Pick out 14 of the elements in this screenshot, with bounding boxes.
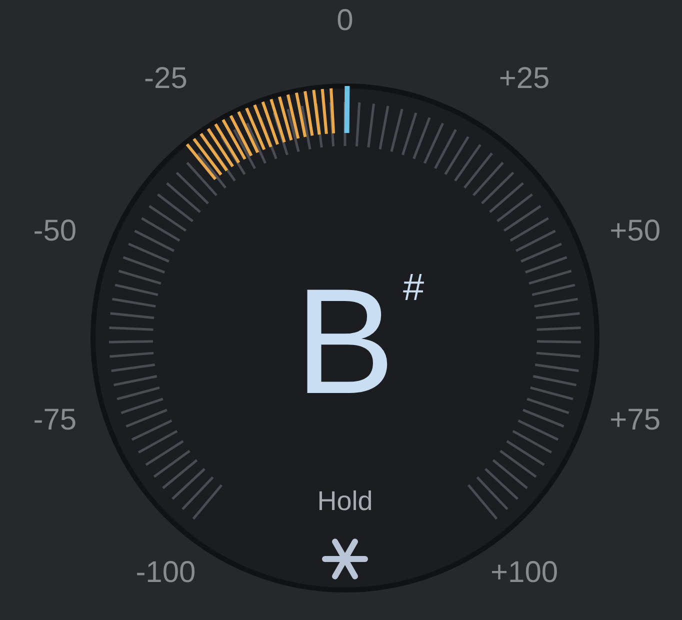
scale-label: +25	[498, 62, 550, 96]
scale-label: -50	[33, 214, 77, 248]
scale-label: -25	[144, 62, 188, 96]
scale-label: +50	[610, 214, 661, 248]
scale-label: +100	[490, 556, 558, 589]
hold-label: Hold	[317, 486, 373, 516]
scale-label: +75	[610, 403, 661, 436]
accidental: #	[403, 267, 424, 309]
needle	[344, 86, 350, 134]
scale-label: 0	[336, 4, 354, 37]
scale-label: -100	[136, 556, 196, 589]
snowflake-icon[interactable]	[322, 538, 368, 580]
scale-label: -75	[33, 403, 77, 436]
note-name: B	[294, 257, 396, 425]
